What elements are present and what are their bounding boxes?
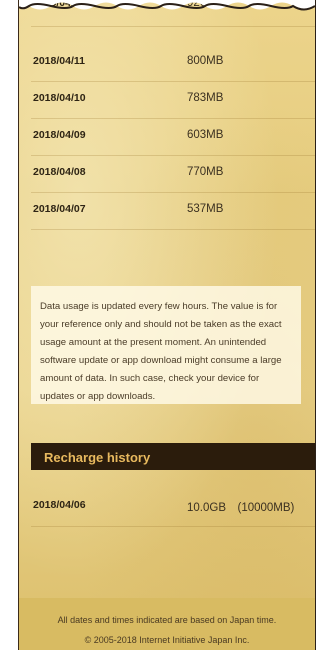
usage-date: 2018/04/10 xyxy=(33,92,86,104)
footer: All dates and times indicated are based … xyxy=(19,598,315,650)
recharge-row: 2018/04/06 10.0GB (10000MB) xyxy=(31,490,315,527)
usage-value: 783MB xyxy=(187,92,224,104)
usage-notice-text: Data usage is updated every few hours. T… xyxy=(40,301,282,402)
usage-value: 770MB xyxy=(187,166,224,178)
footer-time-note: All dates and times indicated are based … xyxy=(57,615,277,625)
torn-edge-decoration xyxy=(19,0,315,11)
usage-value: 537MB xyxy=(187,203,224,215)
usage-row: 2018/04/07 537MB xyxy=(31,192,315,230)
usage-date: 2018/04/08 xyxy=(33,166,86,178)
usage-row: 2018/04/11 800MB xyxy=(31,44,315,82)
usage-value: 800MB xyxy=(187,55,224,67)
usage-panel: 2018/04/12 926MB 2018/04/11 800MB 2018/0… xyxy=(19,0,315,650)
recharge-date: 2018/04/06 xyxy=(33,499,86,511)
usage-row: 2018/04/08 770MB xyxy=(31,155,315,193)
footer-copyright: © 2005-2018 Internet Initiative Japan In… xyxy=(84,635,250,645)
recharge-history-title: Recharge history xyxy=(44,450,151,465)
recharge-history-header: Recharge history xyxy=(31,443,315,470)
usage-value: 603MB xyxy=(187,129,224,141)
usage-row: 2018/04/10 783MB xyxy=(31,81,315,119)
usage-notice: Data usage is updated every few hours. T… xyxy=(31,286,301,404)
usage-date: 2018/04/07 xyxy=(33,203,86,215)
usage-date: 2018/04/09 xyxy=(33,129,86,141)
usage-row: 2018/04/09 603MB xyxy=(31,118,315,156)
recharge-amount: 10.0GB (10000MB) xyxy=(187,502,295,514)
usage-date: 2018/04/11 xyxy=(33,55,85,67)
